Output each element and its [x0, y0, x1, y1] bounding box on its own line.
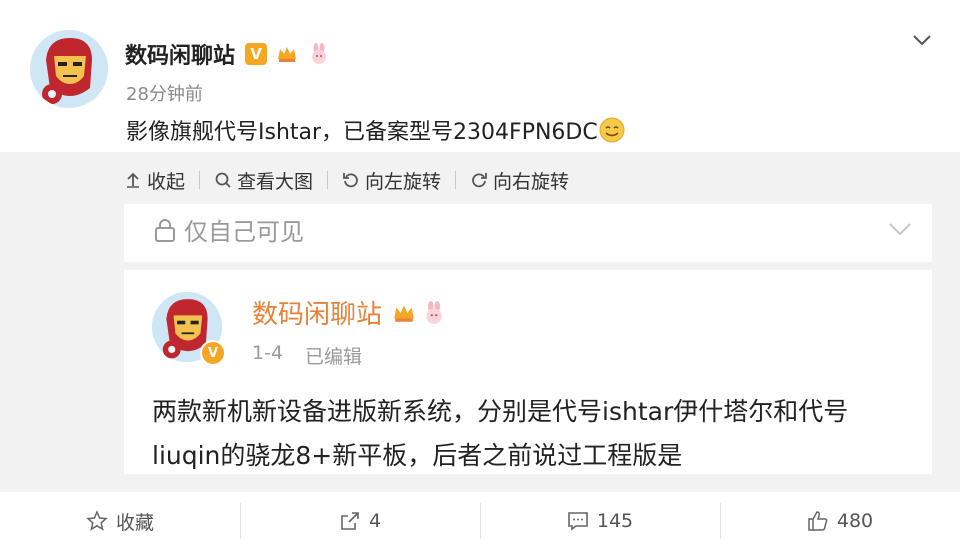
toolbar-divider	[327, 171, 329, 189]
visibility-label: 仅自己可见	[152, 212, 304, 247]
toolbar-divider	[199, 171, 201, 189]
visibility-text: 仅自己可见	[184, 218, 304, 246]
smile-emoji-icon	[598, 116, 626, 150]
visibility-bar: 仅自己可见	[124, 204, 932, 254]
inner-edited: 已编辑	[305, 346, 363, 368]
rotate-left-label: 向左旋转	[365, 170, 442, 193]
inner-body-text: 两款新机新设备进版新系统，分别是代号ishtar伊什塔尔和代号liuqin的骁龙…	[152, 397, 849, 470]
like-button[interactable]: 480	[720, 493, 960, 549]
repost-button[interactable]: 4	[240, 493, 480, 549]
thumbs-up-icon	[808, 511, 828, 531]
inner-author-name: 数码闲聊站	[252, 300, 383, 330]
action-bar: 收藏 4 145 480	[0, 493, 960, 549]
rotate-right-label: 向右旋转	[493, 170, 570, 193]
screenshot-card[interactable]: 仅自己可见 V 数码闲聊站 1-4 已编辑 两款新机新设备进版新系统，分别是代号…	[124, 204, 932, 474]
chevron-down-icon	[886, 214, 914, 246]
search-icon	[215, 172, 231, 188]
post-time: 28分钟前	[126, 84, 203, 105]
lock-icon	[155, 218, 175, 242]
collapse-button[interactable]: 收起	[124, 167, 185, 194]
verified-v-icon: V	[245, 43, 268, 65]
repost-icon	[341, 512, 359, 530]
ironman-avatar-icon	[30, 30, 108, 108]
image-toolbar: 收起 查看大图 向左旋转 向右旋转	[124, 152, 569, 208]
rotate-left-button[interactable]: 向左旋转	[342, 167, 441, 194]
star-icon	[86, 510, 108, 531]
post-text-content: 影像旗舰代号Ishtar，已备案型号2304FPN6DC	[126, 120, 598, 145]
comment-count: 145	[596, 510, 634, 532]
bunny-icon	[422, 300, 446, 325]
author-avatar[interactable]	[30, 30, 108, 108]
chevron-down-icon[interactable]	[910, 28, 934, 52]
inner-author-row: 数码闲聊站	[252, 294, 446, 331]
like-count: 480	[836, 510, 874, 532]
repost-count: 4	[368, 510, 382, 532]
arrow-up-icon	[127, 172, 139, 188]
image-viewer-area: 收起 查看大图 向左旋转 向右旋转 仅自己可见 V 数码闲聊站 1-4 已编辑 …	[0, 152, 960, 492]
crown-icon	[392, 301, 416, 325]
post-text: 影像旗舰代号Ishtar，已备案型号2304FPN6DC	[126, 114, 626, 150]
verified-v-icon: V	[200, 340, 226, 366]
card-divider	[124, 262, 932, 270]
view-large-button[interactable]: 查看大图	[214, 167, 313, 194]
collapse-label: 收起	[147, 170, 186, 193]
bunny-icon	[307, 42, 331, 66]
comment-icon	[568, 512, 588, 531]
comment-button[interactable]: 145	[480, 493, 720, 549]
author-row: 数码闲聊站 V	[125, 38, 331, 70]
inner-date: 1-4	[252, 342, 284, 364]
crown-icon	[275, 42, 299, 66]
author-name[interactable]: 数码闲聊站	[125, 38, 235, 70]
view-large-label: 查看大图	[237, 170, 314, 193]
inner-author-avatar: V	[152, 292, 226, 366]
inner-meta: 1-4 已编辑	[252, 342, 362, 369]
post-header: 数码闲聊站 V 28分钟前 影像旗舰代号Ishtar，已备案型号2304FPN6…	[0, 0, 960, 150]
rotate-right-icon	[472, 173, 487, 188]
favorite-label: 收藏	[115, 511, 154, 534]
rotate-left-icon	[343, 173, 358, 188]
toolbar-divider	[455, 171, 457, 189]
favorite-button[interactable]: 收藏	[0, 493, 240, 549]
rotate-right-button[interactable]: 向右旋转	[470, 167, 569, 194]
